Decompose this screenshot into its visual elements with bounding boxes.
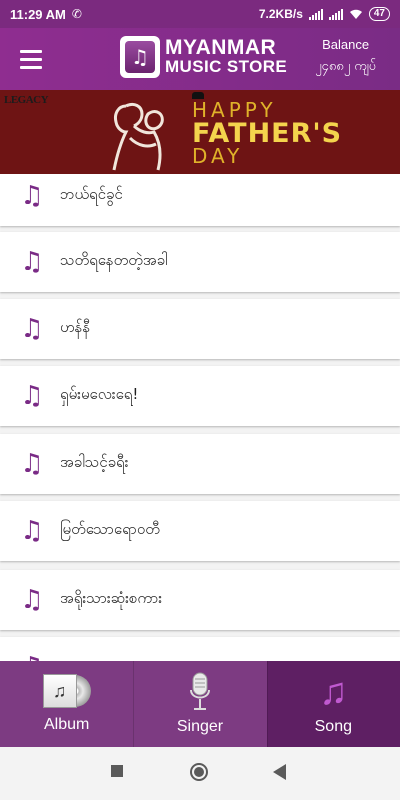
song-item[interactable]: ♫ ဟန်နီ [0, 299, 400, 359]
tab-singer[interactable]: Singer [133, 661, 266, 747]
song-item[interactable]: ♫ မြတ်သောရောဝတီ [0, 501, 400, 561]
album-icon: ♫ [42, 674, 91, 710]
song-item-partial[interactable]: ♫ [0, 637, 400, 661]
promo-banner[interactable]: LEGACY HAPPY FATHER'S DAY [0, 90, 400, 174]
music-note-icon: ♫ [18, 652, 46, 661]
tab-album-label: Album [43, 716, 90, 733]
status-bar: 11:29 AM ✆ 7.2KB/s 47 [0, 0, 400, 28]
song-item[interactable]: ♫ ဘယ်ရင်ခွင် [0, 174, 400, 226]
song-title: သတိရနေတတဲ့အခါ [60, 251, 168, 269]
song-item[interactable]: ♫ အခါသင့်ခရီး [0, 434, 400, 494]
system-nav-bar [0, 747, 400, 800]
father-child-illustration [112, 102, 164, 171]
music-note-icon: ♫ [125, 41, 155, 73]
song-item[interactable]: ♫ အရိုးသားဆုံးစကား [0, 570, 400, 630]
app-screen: 11:29 AM ✆ 7.2KB/s 47 ♫ MYANMAR MUSIC ST… [0, 0, 400, 800]
song-title: ဘယ်ရင်ခွင် [60, 185, 123, 203]
back-icon[interactable] [273, 764, 286, 780]
music-note-icon: ♫ [20, 314, 44, 344]
music-note-icon: ♫ [20, 247, 44, 277]
music-note-icon: ♫ [20, 516, 44, 546]
tab-song[interactable]: ♫ Song [266, 661, 400, 747]
banner-brand: LEGACY [4, 94, 49, 106]
bottom-nav: ♫ Album Singer ♫ Song [0, 661, 400, 747]
song-item[interactable]: ♫ ရှမ်းမလေးရေ! [0, 366, 400, 426]
tab-song-label: Song [314, 718, 352, 735]
microphone-icon [189, 672, 210, 710]
music-note-icon: ♫ [20, 449, 44, 479]
logo-badge: ♫ [120, 36, 160, 78]
music-note-icon: ♫ [20, 381, 44, 411]
signal-icon-2 [328, 8, 343, 20]
logo-line1: MYANMAR [165, 36, 277, 59]
status-right: 7.2KB/s 47 [259, 7, 390, 21]
balance-value: ၂၄၈၈၂ ကျပ် [315, 59, 376, 74]
logo-text: MYANMAR MUSIC STORE [165, 36, 288, 76]
song-title: အခါသင့်ခရီး [60, 453, 129, 471]
song-title: အရိုးသားဆုံးစကား [60, 589, 163, 607]
song-title: ဟန်နီ [60, 318, 91, 336]
balance-panel[interactable]: Balance ၂၄၈၈၂ ကျပ် [315, 37, 376, 77]
call-icon: ✆ [71, 7, 82, 21]
battery-icon: 47 [368, 7, 390, 21]
status-time: 11:29 AM [10, 6, 66, 22]
music-note-icon: ♫ [20, 181, 44, 211]
banner-line3: DAY [192, 144, 244, 168]
wifi-icon [349, 9, 363, 20]
network-speed: 7.2KB/s [258, 7, 303, 21]
logo-line2: MUSIC STORE [165, 57, 288, 76]
app-header: ♫ MYANMAR MUSIC STORE Balance ၂၄၈၈၂ ကျပ် [0, 28, 400, 90]
app-logo: ♫ MYANMAR MUSIC STORE [120, 36, 287, 78]
tab-album[interactable]: ♫ Album [0, 661, 133, 747]
tab-singer-label: Singer [176, 718, 224, 735]
recent-apps-icon[interactable] [111, 765, 123, 777]
song-title: မြတ်သောရောဝတီ [60, 520, 160, 538]
balance-label: Balance [322, 37, 370, 52]
music-note-icon: ♫ [319, 671, 348, 713]
hamburger-menu-icon[interactable] [0, 28, 62, 90]
music-note-icon: ♫ [20, 585, 44, 615]
song-title: ရှမ်းမလေးရေ! [60, 385, 139, 403]
song-item[interactable]: ♫ သတိရနေတတဲ့အခါ [0, 232, 400, 292]
home-icon[interactable] [190, 763, 208, 781]
signal-icon [308, 8, 323, 20]
song-list: ♫ ဘယ်ရင်ခွင် ♫ သတိရနေတတဲ့အခါ ♫ ဟန်နီ ♫ ရ… [0, 174, 400, 661]
